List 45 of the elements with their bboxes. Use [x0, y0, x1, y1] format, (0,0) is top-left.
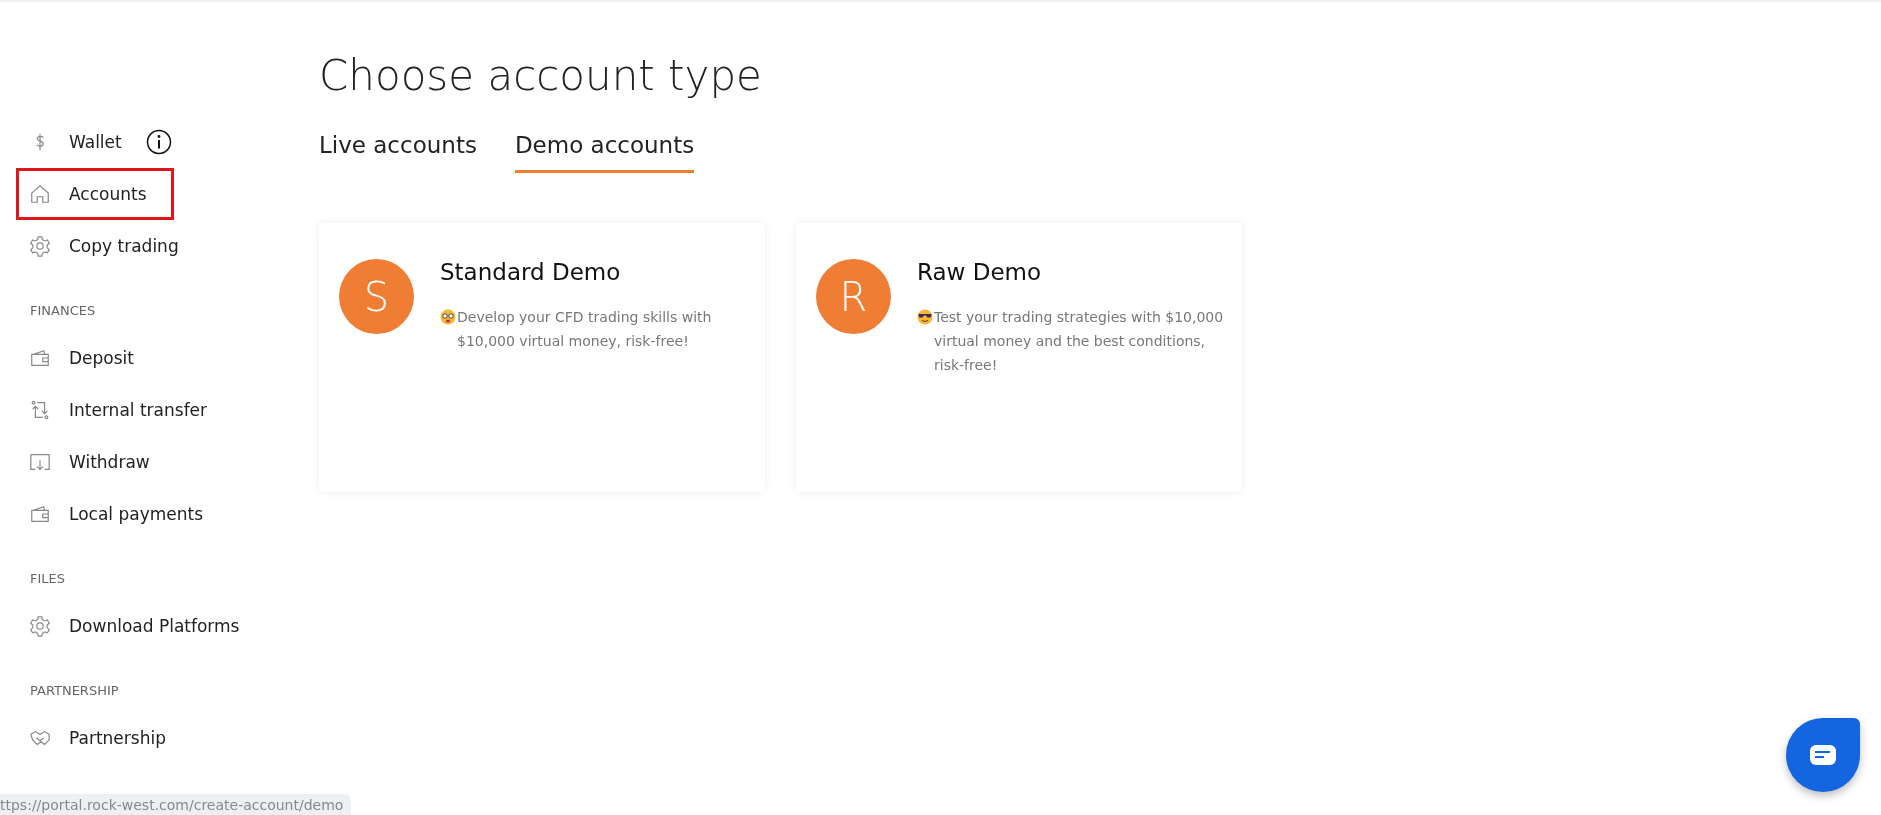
section-heading: FILES: [29, 570, 67, 588]
chat-button[interactable]: [1786, 718, 1860, 792]
info-icon[interactable]: [145, 129, 172, 155]
gear-icon: [29, 615, 51, 637]
sidebar-item[interactable]: Download Platforms: [16, 600, 300, 652]
sunglasses-face-icon: [917, 309, 933, 325]
sidebar-item[interactable]: Partnership: [16, 712, 300, 764]
account-type-card[interactable]: R Raw Demo Test your trading strategies with $10,000 virtual money and the best conditions, risk-free!: [796, 223, 1242, 492]
card-title: Standard Demo: [440, 259, 622, 285]
sidebar-item[interactable]: Wallet: [16, 116, 300, 168]
sidebar-item-label: Internal transfer: [69, 400, 208, 420]
sidebar-item[interactable]: Local payments: [16, 488, 300, 540]
card-title: Raw Demo: [917, 259, 1043, 285]
gear-icon: [29, 235, 51, 257]
sidebar-item-label: Wallet: [69, 132, 122, 152]
account-tab[interactable]: Live accounts: [319, 124, 477, 173]
account-avatar: R: [816, 259, 891, 334]
card-description: Test your trading strategies with $10,000 virtual money and the best conditions, risk-free!: [934, 308, 1224, 375]
transfer-icon: [29, 399, 51, 421]
nerd-face-icon: [440, 309, 456, 325]
sidebar-item-label: Download Platforms: [69, 616, 240, 636]
sidebar-item-label: Deposit: [69, 348, 134, 368]
wallet-icon: [29, 347, 51, 369]
sidebar-item[interactable]: Withdraw: [16, 436, 300, 488]
sidebar-item-label: Partnership: [69, 728, 166, 748]
sidebar-item-label: Copy trading: [69, 236, 179, 256]
download-tray-icon: [29, 451, 51, 473]
page-title: Choose account type: [319, 50, 763, 102]
sidebar-item[interactable]: Accounts: [16, 168, 174, 220]
account-avatar: S: [339, 259, 414, 334]
account-tab[interactable]: Demo accounts: [514, 124, 695, 173]
link-preview-url: ttps://portal.rock-west.com/create-account/demo: [0, 794, 352, 815]
card-description: Develop your CFD trading skills with $10,000 virtual money, risk-free!: [457, 308, 713, 351]
sidebar-item[interactable]: Copy trading: [16, 220, 300, 272]
sidebar-item-label: Accounts: [69, 184, 147, 204]
sidebar-item[interactable]: Deposit: [16, 332, 300, 384]
sidebar-item[interactable]: Internal transfer: [16, 384, 300, 436]
house-icon: [29, 183, 51, 205]
wallet-icon: [29, 503, 51, 525]
sidebar-item-label: Withdraw: [69, 452, 150, 472]
account-type-card[interactable]: S Standard Demo Develop your CFD trading skills with $10,000 virtual money, risk-free!: [319, 223, 765, 492]
chat-bubble-icon: [1809, 744, 1837, 766]
section-heading: FINANCES: [29, 302, 97, 320]
section-heading: PARTNERSHIP: [29, 682, 120, 700]
sidebar-item-label: Local payments: [69, 504, 204, 524]
